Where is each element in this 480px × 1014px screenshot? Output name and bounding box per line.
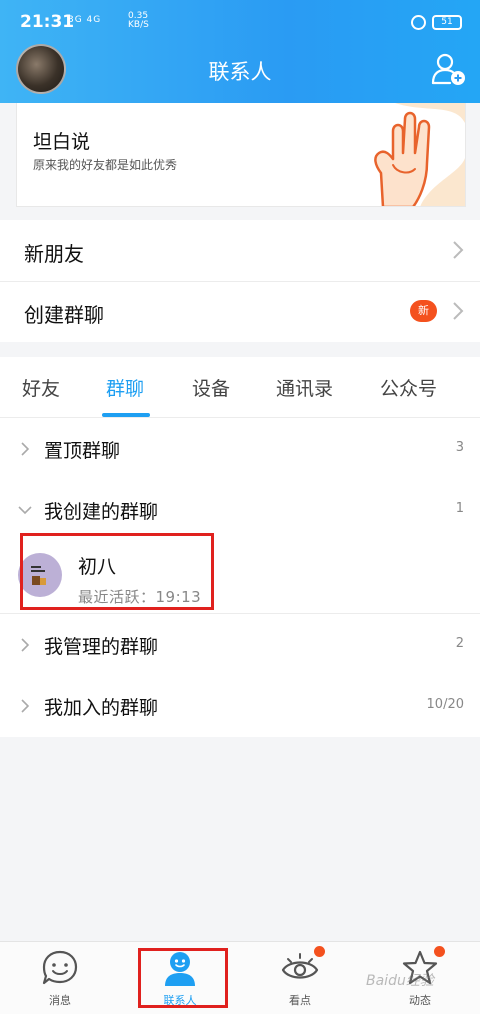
tab-friends[interactable]: 好友 — [22, 374, 60, 401]
created-groups-count: 1 — [455, 501, 464, 516]
smiley-chat-icon — [42, 950, 78, 985]
nav-label: 消息 — [49, 994, 71, 1007]
notification-dot — [314, 946, 325, 957]
chevron-right-icon — [21, 638, 30, 652]
status-bar: 21:31 3G 4G 0.35 KB/S 51 — [0, 0, 480, 44]
nav-discover[interactable]: 看点 — [240, 942, 360, 1014]
create-group-row[interactable]: 创建群聊 — [0, 281, 480, 342]
lock-icon — [411, 15, 426, 30]
chevron-right-icon — [453, 302, 464, 320]
joined-groups-count: 10/20 — [426, 697, 464, 712]
status-time: 21:31 — [20, 12, 75, 32]
highlight-box-contacts — [138, 948, 228, 1008]
watermark: Baidu经验 — [366, 973, 434, 989]
managed-groups-count: 2 — [455, 636, 464, 651]
menu-panel: 新朋友 创建群聊 — [0, 220, 480, 342]
tab-address-book[interactable]: 通讯录 — [276, 374, 333, 401]
new-badge: 新 — [410, 300, 437, 322]
pinned-groups-label: 置顶群聊 — [44, 440, 121, 462]
create-group-label: 创建群聊 — [24, 303, 104, 327]
tab-groups[interactable]: 群聊 — [106, 374, 144, 401]
new-friends-label: 新朋友 — [24, 242, 84, 266]
banner-subtitle: 原来我的好友都是如此优秀 — [33, 158, 178, 172]
nav-messages[interactable]: 消息 — [0, 942, 120, 1014]
chevron-right-icon — [453, 241, 464, 259]
battery-icon: 51 — [432, 15, 462, 30]
banner-title: 坦白说 — [33, 131, 91, 153]
pinned-groups-count: 3 — [455, 440, 464, 455]
hand-gesture-icon — [374, 103, 465, 206]
pinned-groups-row[interactable]: 置顶群聊 3 — [0, 418, 480, 479]
managed-groups-label: 我管理的群聊 — [44, 636, 159, 658]
new-friends-row[interactable]: 新朋友 — [0, 220, 480, 281]
tab-devices[interactable]: 设备 — [192, 374, 230, 401]
created-groups-row[interactable]: 我创建的群聊 1 — [0, 479, 480, 540]
nav-label: 看点 — [289, 994, 311, 1007]
tab-official-accounts[interactable]: 公众号 — [380, 374, 437, 401]
tanbaishuo-banner[interactable]: 坦白说 原来我的好友都是如此优秀 — [16, 103, 466, 207]
chevron-right-icon — [21, 442, 30, 456]
chevron-down-icon — [18, 506, 32, 515]
header: 21:31 3G 4G 0.35 KB/S 51 联系人 — [0, 0, 480, 103]
created-groups-label: 我创建的群聊 — [44, 501, 159, 523]
add-friend-icon[interactable] — [430, 52, 466, 86]
highlight-box-group — [20, 533, 214, 610]
notification-dot — [434, 946, 445, 957]
joined-groups-label: 我加入的群聊 — [44, 697, 159, 719]
chevron-right-icon — [21, 699, 30, 713]
page-title: 联系人 — [208, 60, 272, 84]
joined-groups-row[interactable]: 我加入的群聊 10/20 — [0, 675, 480, 736]
managed-groups-row[interactable]: 我管理的群聊 2 — [0, 614, 480, 675]
signal-indicator: 3G 4G — [68, 15, 102, 25]
nav-label: 动态 — [409, 994, 431, 1007]
network-speed: 0.35 KB/S — [128, 11, 149, 30]
